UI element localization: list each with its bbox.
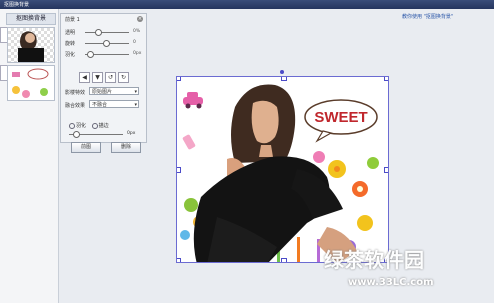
field-label: 影楼特效 xyxy=(65,90,86,96)
flip-vertical-icon[interactable]: ▼ xyxy=(92,72,103,83)
resize-handle[interactable] xyxy=(384,167,388,173)
slider-knob[interactable] xyxy=(87,51,94,58)
radio-label: 羽化 xyxy=(76,123,87,129)
blend-effect-row: 融合效果 不融合 ▾ xyxy=(65,100,143,109)
rotate-handle[interactable] xyxy=(280,70,284,74)
rotate-left-icon[interactable]: ↺ xyxy=(105,72,116,83)
chevron-down-icon: ▾ xyxy=(134,102,137,108)
bubble-text: SWEET xyxy=(314,109,367,126)
radio-icon xyxy=(69,122,75,129)
help-link[interactable]: 教你使用 "抠图换背景" xyxy=(402,13,453,20)
composite-image: SWEET xyxy=(177,77,388,262)
panel-header: 前景 1 xyxy=(65,17,80,23)
flip-horizontal-icon[interactable]: ◀ xyxy=(79,72,90,83)
feather-slider[interactable]: 羽化 0px xyxy=(65,50,143,58)
resize-handle[interactable] xyxy=(281,258,287,262)
select-value: 原始图片 xyxy=(92,89,113,95)
editing-canvas[interactable]: SWEET xyxy=(176,76,389,263)
resize-handle[interactable] xyxy=(384,77,388,81)
watermark-url: www.33LC.com xyxy=(348,277,434,288)
opacity-slider[interactable]: 透明 0% xyxy=(65,28,143,36)
radio-label: 描边 xyxy=(98,123,109,129)
apply-button[interactable]: 前图 xyxy=(71,142,101,153)
slider-value: 0px xyxy=(127,131,136,136)
radio-icon xyxy=(91,122,98,129)
slider-label: 旋转 xyxy=(65,41,76,47)
chevron-down-icon: ▾ xyxy=(134,89,137,95)
edge-options: 羽化 描边 xyxy=(69,122,113,129)
slider-knob[interactable] xyxy=(95,29,102,36)
slider-value: 0% xyxy=(133,29,141,34)
layers-panel: 抠图换背景 xyxy=(0,9,59,303)
select-value: 不融合 xyxy=(92,102,108,108)
slider-knob[interactable] xyxy=(103,40,110,47)
panel-tab[interactable]: 抠图换背景 xyxy=(6,13,56,25)
studio-effect-select[interactable]: 原始图片 ▾ xyxy=(89,87,139,95)
rotate-right-icon[interactable]: ↻ xyxy=(118,72,129,83)
resize-handle[interactable] xyxy=(177,258,181,262)
radio-stroke[interactable]: 描边 xyxy=(91,122,109,129)
rotate-slider[interactable]: 旋转 0 xyxy=(65,39,143,47)
slider-label: 透明 xyxy=(65,30,76,36)
person-thumbnail-graphic xyxy=(18,31,44,62)
layer-thumbnail-background[interactable] xyxy=(7,65,55,101)
studio-effect-row: 影楼特效 原始图片 ▾ xyxy=(65,87,143,96)
watermark-text: 绿茶软件园 xyxy=(324,248,424,272)
field-label: 融合效果 xyxy=(65,103,86,109)
settings-panel: 前景 1 × 透明 0% 旋转 0 羽化 0px ◀ ▼ ↺ ↻ 影楼特效 原始图片 ▾… xyxy=(60,13,147,153)
transform-toolbar: ◀ ▼ ↺ ↻ xyxy=(79,72,131,83)
slider-knob[interactable] xyxy=(73,131,80,138)
radio-feather[interactable]: 羽化 xyxy=(69,122,86,129)
slider-value: 0px xyxy=(133,51,142,56)
layer-thumbnail-person[interactable] xyxy=(7,27,55,63)
delete-button[interactable]: 删除 xyxy=(111,142,141,153)
slider-label: 羽化 xyxy=(65,52,76,58)
edge-slider[interactable]: 0px xyxy=(69,131,139,138)
resize-handle[interactable] xyxy=(177,77,181,81)
resize-handle[interactable] xyxy=(281,77,287,81)
window-title: 抠图换背景 xyxy=(4,2,30,8)
slider-value: 0 xyxy=(133,40,136,45)
blend-effect-select[interactable]: 不融合 ▾ xyxy=(89,100,139,108)
title-bar: 抠图换背景 xyxy=(0,0,494,9)
resize-handle[interactable] xyxy=(177,167,181,173)
slider-track[interactable] xyxy=(85,32,129,33)
close-icon[interactable]: × xyxy=(137,16,143,22)
background-thumbnail-graphic xyxy=(12,68,49,98)
